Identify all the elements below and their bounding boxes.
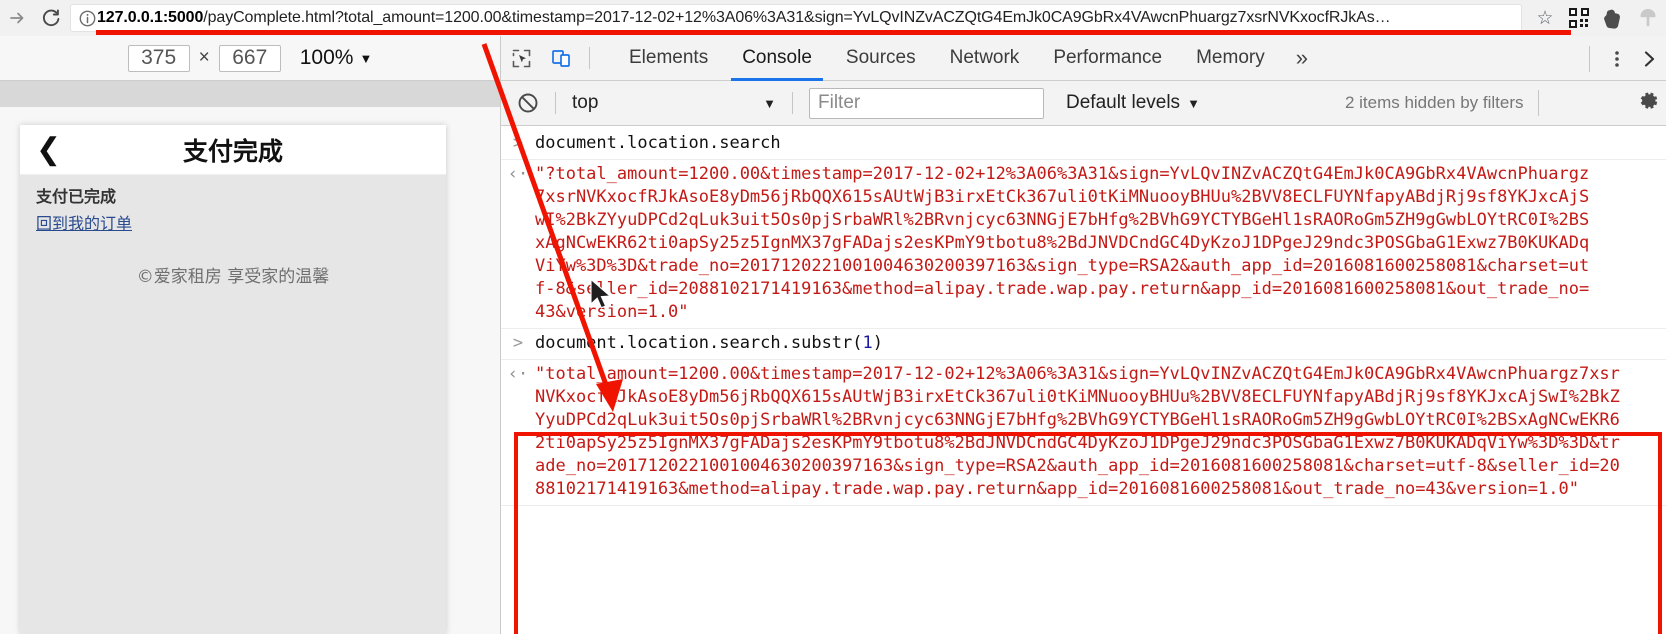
tab-network[interactable]: Network — [933, 36, 1037, 81]
device-zoom-value: 100% — [299, 46, 354, 69]
console-input-row[interactable]: > document.location.search — [501, 127, 1666, 160]
devtools-tabs: Elements Console Sources Network Perform… — [612, 36, 1322, 81]
more-options-icon[interactable] — [1600, 48, 1634, 70]
console-settings-gear-icon[interactable] — [1636, 89, 1660, 118]
page-footer-text: ©爱家租房 享受家的温馨 — [136, 267, 330, 287]
log-levels-value: Default levels — [1066, 92, 1181, 113]
profile-avatar-icon[interactable] — [1630, 7, 1666, 29]
prompt-chevron-icon: > — [512, 133, 524, 153]
device-height-input[interactable]: 667 — [218, 44, 281, 72]
console-filter-bar: top ▼ Filter Default levels ▼ 2 items hi… — [501, 81, 1666, 126]
address-bar[interactable]: 127.0.0.1:5000/payComplete.html?total_am… — [70, 4, 1522, 32]
evernote-extension-icon[interactable] — [1596, 8, 1630, 29]
console-expression-arg: 1 — [862, 333, 873, 353]
qr-code-extension-icon[interactable] — [1562, 7, 1596, 29]
back-chevron-icon[interactable]: ❮ — [36, 134, 61, 165]
url-host: 127.0.0.1:5000 — [97, 9, 204, 26]
filterbar-divider-2 — [792, 92, 793, 114]
console-expression: document.location.search.substr(1) — [535, 332, 883, 355]
inspect-element-icon[interactable] — [501, 36, 541, 80]
console-output[interactable]: > document.location.search ‹· "?total_am… — [501, 127, 1666, 634]
viewport-ruler — [0, 81, 500, 107]
execution-context-value: top — [572, 92, 599, 113]
url-path: /payComplete.html?total_amount=1200.00&t… — [203, 9, 1391, 26]
back-to-orders-link[interactable]: 回到我的订单 — [20, 207, 132, 234]
address-bar-text: 127.0.0.1:5000/payComplete.html?total_am… — [97, 9, 1391, 27]
console-result-value: "total_amount=1200.00&timestamp=2017-12-… — [535, 364, 1620, 499]
filterbar-divider-1 — [555, 92, 556, 114]
chevron-down-icon: ▼ — [763, 95, 776, 111]
console-expression-tail: ) — [872, 333, 884, 353]
clear-console-icon[interactable] — [509, 92, 547, 114]
reload-icon[interactable] — [34, 0, 68, 36]
device-toolbar-icon[interactable] — [541, 36, 581, 80]
toolbar-divider — [589, 47, 590, 69]
payment-status-text: 支付已完成 — [36, 187, 117, 206]
tab-memory[interactable]: Memory — [1179, 36, 1282, 81]
tab-console[interactable]: Console — [725, 36, 829, 81]
device-viewport-stage: ❮ 支付完成 支付已完成 回到我的订单 ©爱家租房 享受家的温馨 — [0, 81, 500, 634]
devtools-panel: Elements Console Sources Network Perform… — [500, 36, 1666, 634]
chevron-down-icon: ▼ — [359, 50, 373, 66]
console-output-row[interactable]: ‹· "total_amount=1200.00&timestamp=2017-… — [501, 360, 1666, 506]
tab-elements[interactable]: Elements — [612, 36, 725, 81]
emulated-page: ❮ 支付完成 支付已完成 回到我的订单 ©爱家租房 享受家的温馨 — [20, 125, 446, 634]
more-tabs-icon[interactable]: » — [1282, 36, 1322, 81]
page-header: ❮ 支付完成 — [20, 125, 446, 175]
filterbar-divider-3 — [1537, 90, 1539, 116]
console-input-row[interactable]: > document.location.search.substr(1) — [501, 329, 1666, 360]
device-width-input[interactable]: 375 — [127, 44, 190, 72]
bookmark-star-icon[interactable]: ☆ — [1528, 7, 1562, 30]
device-zoom-select[interactable]: 100% ▼ — [300, 46, 373, 70]
page-body: 支付已完成 回到我的订单 ©爱家租房 享受家的温馨 — [20, 175, 446, 287]
prompt-chevron-icon: > — [512, 333, 524, 353]
log-levels-select[interactable]: Default levels ▼ — [1066, 92, 1200, 114]
chevron-down-icon: ▼ — [1187, 95, 1200, 111]
console-filter-input[interactable]: Filter — [809, 87, 1044, 119]
url-red-underline — [96, 30, 1571, 35]
tab-performance[interactable]: Performance — [1036, 36, 1179, 81]
execution-context-select[interactable]: top ▼ — [564, 88, 784, 119]
hidden-items-note: 2 items hidden by filters — [1344, 93, 1524, 112]
devtools-tabbar: Elements Console Sources Network Perform… — [501, 36, 1666, 81]
page-title: 支付完成 — [182, 136, 283, 166]
console-output-row[interactable]: ‹· "?total_amount=1200.00&timestamp=2017… — [501, 160, 1666, 329]
mouse-cursor-icon — [590, 278, 612, 309]
result-chevron-icon: ‹· — [507, 164, 529, 184]
tab-sources[interactable]: Sources — [829, 36, 933, 81]
tabbar-divider — [1589, 45, 1590, 72]
devtools-tabbar-right — [1579, 36, 1666, 81]
result-chevron-icon: ‹· — [507, 364, 529, 384]
console-expression-head: document.location.search.substr( — [535, 333, 863, 353]
info-icon[interactable] — [77, 8, 97, 28]
device-emulation-toolbar: 375 × 667 100% ▼ — [0, 36, 500, 81]
console-result-value: "?total_amount=1200.00&timestamp=2017-12… — [535, 164, 1590, 322]
close-devtools-icon[interactable] — [1634, 49, 1666, 69]
console-expression: document.location.search — [535, 133, 781, 153]
forward-arrow-icon[interactable] — [0, 0, 34, 36]
dimension-separator: × — [198, 47, 210, 68]
screen-root: 127.0.0.1:5000/payComplete.html?total_am… — [0, 0, 1666, 634]
